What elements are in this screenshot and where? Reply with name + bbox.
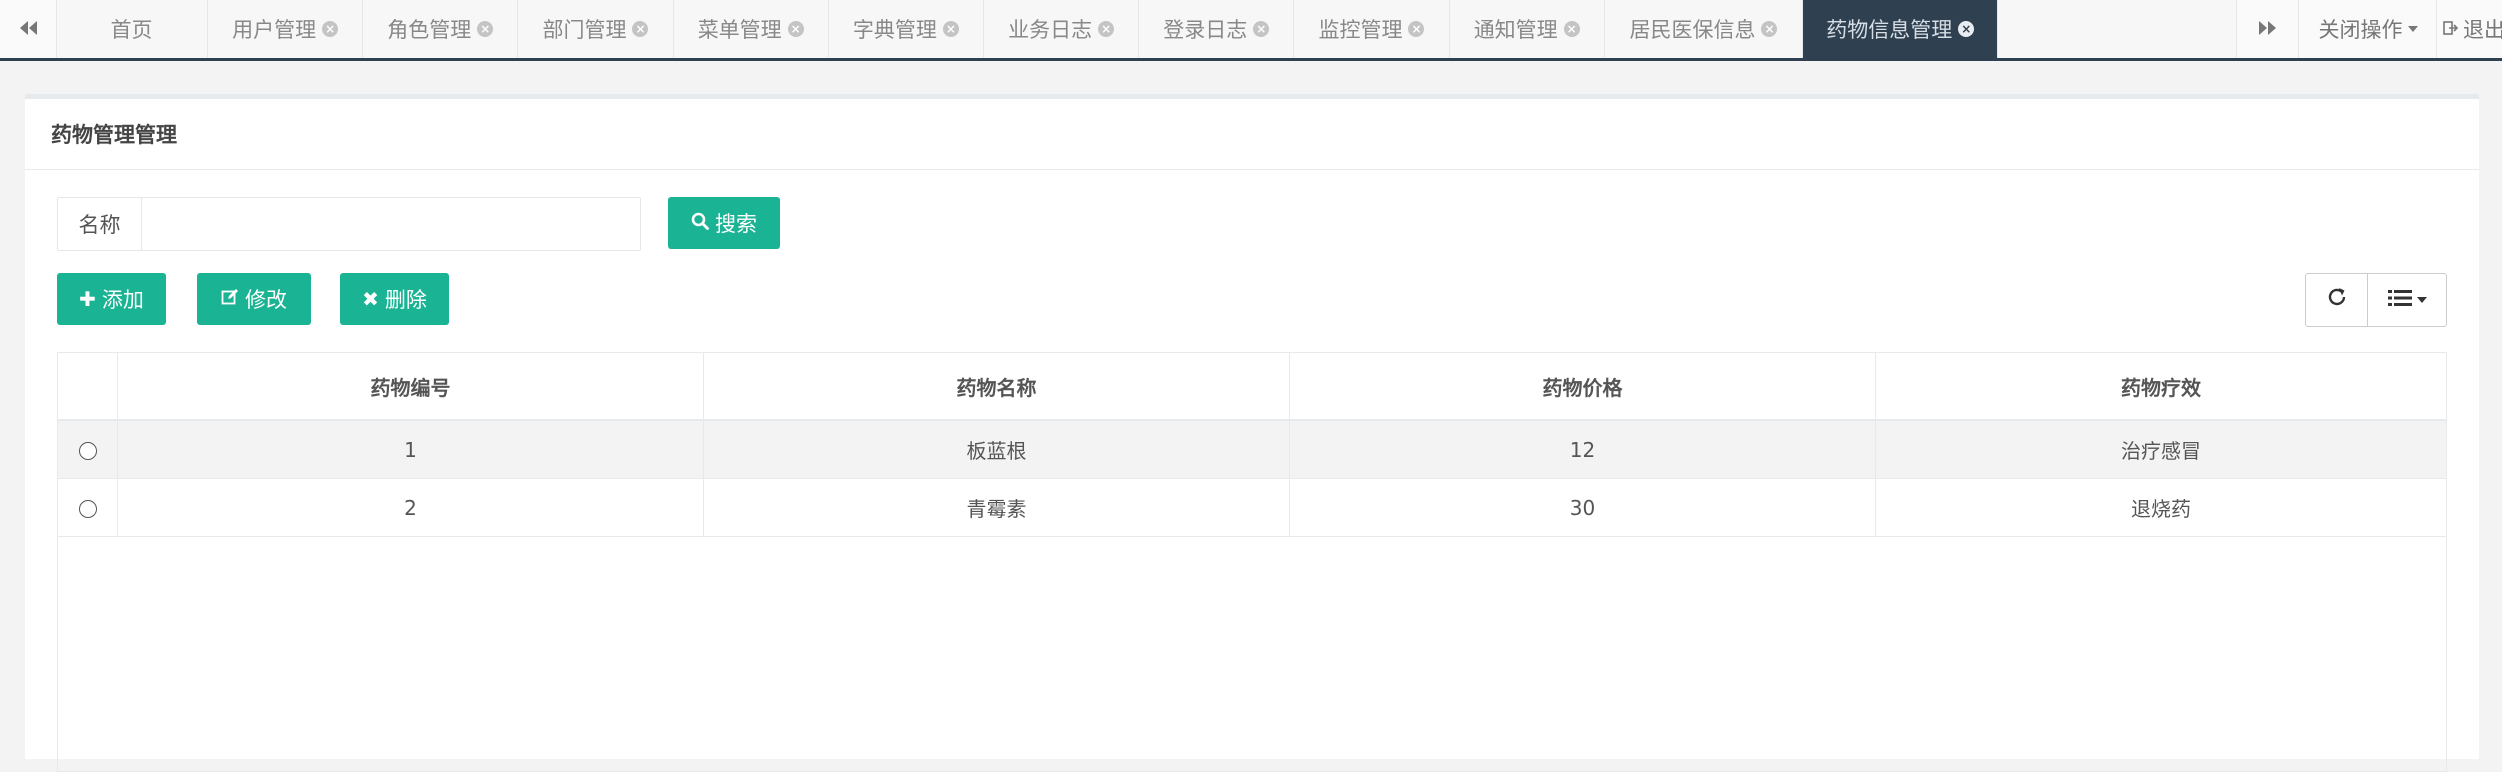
tab-bar: 首页 用户管理 × 角色管理 × 部门管理 × 菜单管理 × 字典管理 × 业务日志 × 登录日志 × 监控管…: [0, 0, 2502, 61]
list-icon: [2387, 288, 2412, 313]
data-table: 药物编号 药物名称 药物价格 药物疗效 1 板蓝根 12 治疗感冒 2 青霉素 …: [57, 352, 2447, 772]
close-tab-icon[interactable]: ×: [1408, 21, 1425, 37]
tab-1[interactable]: 用户管理 ×: [208, 0, 364, 58]
close-tab-icon[interactable]: ×: [1253, 21, 1270, 37]
tab-10[interactable]: 居民医保信息 ×: [1605, 0, 1804, 58]
table-cell: 2: [117, 478, 704, 537]
row-radio[interactable]: [78, 442, 97, 460]
tab-4[interactable]: 菜单管理 ×: [674, 0, 829, 58]
tab-label: 监控管理: [1318, 18, 1403, 42]
tab-8[interactable]: 监控管理 ×: [1294, 0, 1450, 58]
table-cell: 退烧药: [1875, 478, 2446, 537]
tab-0[interactable]: 首页: [56, 0, 208, 58]
tab-scroll-left-button[interactable]: [0, 0, 57, 58]
tab-label: 业务日志: [1008, 18, 1093, 42]
close-tab-icon[interactable]: ×: [1761, 21, 1778, 37]
column-header[interactable]: 药物疗效: [1875, 353, 2446, 421]
add-button[interactable]: ✚ 添加: [57, 273, 166, 325]
logout-button[interactable]: 退出: [2436, 0, 2502, 58]
tab-scroll-right-button[interactable]: [2236, 0, 2299, 58]
close-tab-icon[interactable]: ×: [942, 21, 959, 37]
table-row[interactable]: 1 板蓝根 12 治疗感冒: [58, 420, 2446, 479]
tab-3[interactable]: 部门管理 ×: [518, 0, 674, 58]
tab-7[interactable]: 登录日志 ×: [1139, 0, 1295, 58]
delete-button-label: 删除: [384, 288, 427, 312]
tab-label: 菜单管理: [697, 18, 782, 42]
name-field-label: 名称: [58, 198, 142, 250]
sign-out-icon: [2443, 17, 2459, 41]
tab-label: 字典管理: [852, 18, 937, 42]
tab-label: 首页: [110, 18, 153, 42]
logout-label: 退出: [2463, 18, 2502, 42]
table-cell: 12: [1289, 420, 1876, 479]
close-tab-icon[interactable]: ×: [1563, 21, 1580, 37]
table-row[interactable]: 2 青霉素 30 退烧药: [58, 478, 2446, 537]
edit-button-label: 修改: [245, 288, 287, 312]
tab-11[interactable]: 药物信息管理 ×: [1803, 0, 1999, 58]
edit-icon: [221, 287, 239, 311]
tab-label: 居民医保信息: [1629, 18, 1756, 42]
plus-icon: ✚: [79, 287, 96, 311]
add-button-label: 添加: [101, 288, 144, 312]
tab-label: 通知管理: [1473, 18, 1558, 42]
close-operations-dropdown[interactable]: 关闭操作: [2298, 0, 2437, 58]
column-header[interactable]: 药物编号: [117, 353, 704, 421]
table-cell: 30: [1289, 478, 1876, 537]
edit-button[interactable]: 修改: [197, 273, 311, 325]
tab-label: 角色管理: [387, 18, 472, 42]
search-button[interactable]: 搜索: [668, 197, 780, 249]
table-cell: 青霉素: [703, 478, 1290, 537]
tab-label: 部门管理: [542, 18, 627, 42]
close-tab-icon[interactable]: ×: [322, 21, 339, 37]
tab-2[interactable]: 角色管理 ×: [363, 0, 519, 58]
close-tab-icon[interactable]: ×: [477, 21, 494, 37]
name-search-input[interactable]: [142, 198, 640, 250]
x-icon: ✖: [362, 287, 379, 311]
main-panel: 药物管理管理 名称 搜索 ✚ 添加 修改 ✖ 删除 药物编号 药物名称 药物价格…: [25, 94, 2479, 772]
table-header-row: 药物编号 药物名称 药物价格 药物疗效: [58, 353, 2446, 421]
close-tab-icon[interactable]: ×: [1098, 21, 1115, 37]
columns-toggle-button[interactable]: [2367, 274, 2446, 326]
table-cell: 治疗感冒: [1875, 420, 2446, 479]
column-header[interactable]: 药物价格: [1289, 353, 1876, 421]
table-cell: 板蓝根: [703, 420, 1290, 479]
caret-down-icon: [2416, 297, 2427, 303]
table-toolbar: [2305, 273, 2447, 327]
double-right-arrow-icon: [2258, 17, 2278, 41]
close-tab-icon[interactable]: ×: [1958, 21, 1975, 37]
double-left-arrow-icon: [18, 17, 38, 42]
column-header[interactable]: 药物名称: [703, 353, 1290, 421]
tab-label: 用户管理: [232, 18, 317, 42]
tab-6[interactable]: 业务日志 ×: [984, 0, 1140, 58]
close-tab-icon[interactable]: ×: [632, 21, 649, 37]
tab-label: 药物信息管理: [1826, 18, 1953, 42]
tab-5[interactable]: 字典管理 ×: [829, 0, 984, 58]
row-select-cell: [58, 478, 118, 537]
close-tab-icon[interactable]: ×: [787, 21, 804, 37]
refresh-icon: [2326, 286, 2348, 314]
row-select-cell: [58, 420, 118, 479]
panel-title: 药物管理管理: [25, 99, 2479, 170]
search-button-label: 搜索: [715, 212, 757, 236]
table-cell: 1: [117, 420, 704, 479]
row-radio[interactable]: [78, 500, 97, 518]
delete-button[interactable]: ✖ 删除: [340, 273, 449, 325]
name-search-group: 名称: [57, 197, 641, 251]
refresh-button[interactable]: [2306, 274, 2367, 326]
tab-9[interactable]: 通知管理 ×: [1450, 0, 1605, 58]
caret-down-icon: [2407, 26, 2418, 32]
tab-label: 登录日志: [1163, 18, 1248, 42]
close-operations-label: 关闭操作: [2318, 18, 2403, 42]
select-column-header: [58, 353, 118, 421]
search-icon: [691, 211, 709, 235]
